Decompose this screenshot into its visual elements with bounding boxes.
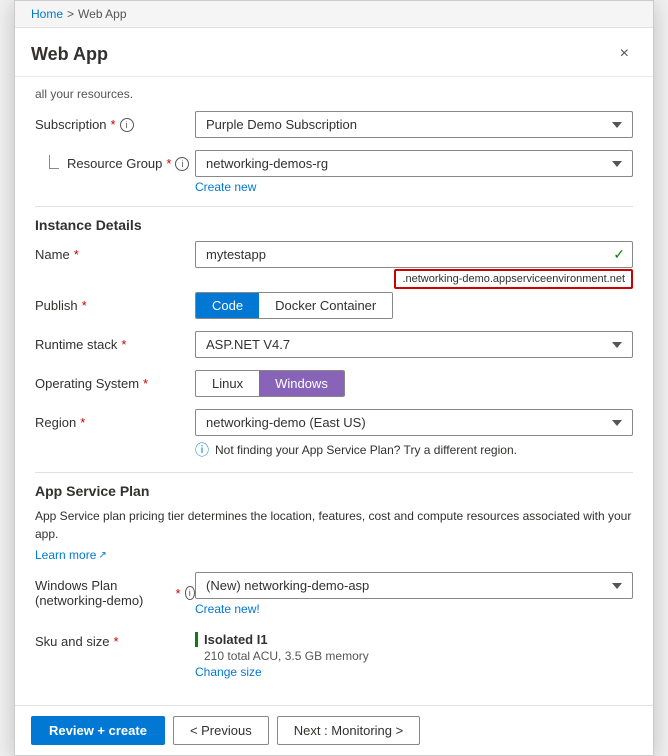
sku-required: * <box>113 634 118 649</box>
subscription-row: Subscription * i Purple Demo Subscriptio… <box>35 111 633 138</box>
close-button[interactable]: × <box>612 42 637 66</box>
runtime-stack-row: Runtime stack * ASP.NET V4.7 <box>35 331 633 358</box>
subscription-control: Purple Demo Subscription <box>195 111 633 138</box>
region-required: * <box>80 415 85 430</box>
region-label: Region * <box>35 409 195 430</box>
publish-docker-btn[interactable]: Docker Container <box>259 293 392 318</box>
name-required: * <box>74 247 79 262</box>
breadcrumb-home[interactable]: Home <box>31 7 63 21</box>
region-info-msg: ⓘ Not finding your App Service Plan? Try… <box>195 440 633 460</box>
os-label: Operating System * <box>35 370 195 391</box>
os-required: * <box>143 376 148 391</box>
windows-plan-create-new-link[interactable]: Create new! <box>195 602 633 616</box>
os-linux-btn[interactable]: Linux <box>196 371 259 396</box>
subscription-label: Subscription * i <box>35 111 195 132</box>
domain-badge: .networking-demo.appserviceenvironment.n… <box>394 269 633 289</box>
breadcrumb-current: Web App <box>78 7 126 21</box>
os-toggle-group: Linux Windows <box>195 370 345 397</box>
dialog-body: all your resources. Subscription * i Pur… <box>15 77 653 705</box>
region-control: networking-demo (East US) ⓘ Not finding … <box>195 409 633 460</box>
dialog-footer: Review + create < Previous Next : Monito… <box>15 705 653 755</box>
runtime-stack-label: Runtime stack * <box>35 331 195 352</box>
resource-group-row: Resource Group * i networking-demos-rg C… <box>35 150 633 194</box>
operating-system-row: Operating System * Linux Windows <box>35 370 633 397</box>
name-control: ✓ .networking-demo.appserviceenvironment… <box>195 241 633 268</box>
instance-details-heading: Instance Details <box>35 217 633 233</box>
region-row: Region * networking-demo (East US) ⓘ Not… <box>35 409 633 460</box>
rg-create-new-link[interactable]: Create new <box>195 180 633 194</box>
sku-info: Isolated I1 210 total ACU, 3.5 GB memory… <box>195 628 633 683</box>
subscription-required: * <box>111 117 116 132</box>
l-shape-icon <box>49 155 59 169</box>
region-select[interactable]: networking-demo (East US) <box>195 409 633 436</box>
publish-control: Code Docker Container <box>195 292 633 319</box>
name-input-wrap: ✓ <box>195 241 633 268</box>
region-info-icon: ⓘ <box>195 440 209 460</box>
dialog-title: Web App <box>31 44 108 65</box>
breadcrumb: Home > Web App <box>15 1 653 28</box>
name-row: Name * ✓ .networking-demo.appserviceenvi… <box>35 241 633 268</box>
next-button[interactable]: Next : Monitoring > <box>277 716 420 745</box>
publish-label: Publish * <box>35 292 195 313</box>
region-info-text: Not finding your App Service Plan? Try a… <box>215 443 517 457</box>
previous-button[interactable]: < Previous <box>173 716 269 745</box>
asp-description: App Service plan pricing tier determines… <box>35 507 633 543</box>
publish-toggle-group: Code Docker Container <box>195 292 393 319</box>
windows-plan-row: Windows Plan (networking-demo) * i (New)… <box>35 572 633 616</box>
breadcrumb-separator: > <box>67 7 74 21</box>
publish-code-btn[interactable]: Code <box>196 293 259 318</box>
resource-group-label: Resource Group * i <box>35 150 195 171</box>
resource-group-select[interactable]: networking-demos-rg <box>195 150 633 177</box>
windows-plan-required: * <box>176 586 181 601</box>
rg-info-icon[interactable]: i <box>175 157 189 171</box>
windows-plan-info-icon[interactable]: i <box>185 586 195 600</box>
web-app-dialog: Home > Web App Web App × all your resour… <box>14 0 654 756</box>
publish-required: * <box>82 298 87 313</box>
change-size-link[interactable]: Change size <box>195 665 633 679</box>
subscription-info-icon[interactable]: i <box>120 118 134 132</box>
learn-more-link[interactable]: Learn more ↗ <box>35 548 107 562</box>
os-control: Linux Windows <box>195 370 633 397</box>
runtime-stack-select[interactable]: ASP.NET V4.7 <box>195 331 633 358</box>
subscription-select[interactable]: Purple Demo Subscription <box>195 111 633 138</box>
sku-tier: Isolated I1 <box>195 632 633 647</box>
resource-group-control: networking-demos-rg Create new <box>195 150 633 194</box>
publish-row: Publish * Code Docker Container <box>35 292 633 319</box>
windows-plan-label: Windows Plan (networking-demo) * i <box>35 572 195 608</box>
rg-required: * <box>166 156 171 171</box>
name-label: Name * <box>35 241 195 262</box>
windows-plan-select[interactable]: (New) networking-demo-asp <box>195 572 633 599</box>
sku-row: Sku and size * Isolated I1 210 total ACU… <box>35 628 633 683</box>
separator-2 <box>35 472 633 473</box>
name-input[interactable] <box>195 241 633 268</box>
separator-1 <box>35 206 633 207</box>
windows-plan-control: (New) networking-demo-asp Create new! <box>195 572 633 616</box>
sku-details: 210 total ACU, 3.5 GB memory <box>195 649 633 663</box>
learn-more-text: Learn more <box>35 548 96 562</box>
sku-label: Sku and size * <box>35 628 195 649</box>
review-create-button[interactable]: Review + create <box>31 716 165 745</box>
check-icon: ✓ <box>613 246 625 263</box>
os-windows-btn[interactable]: Windows <box>259 371 344 396</box>
runtime-stack-control: ASP.NET V4.7 <box>195 331 633 358</box>
section-note: all your resources. <box>35 87 633 101</box>
dialog-header: Web App × <box>15 28 653 77</box>
sku-control: Isolated I1 210 total ACU, 3.5 GB memory… <box>195 628 633 683</box>
runtime-required: * <box>121 337 126 352</box>
asp-heading: App Service Plan <box>35 483 633 499</box>
